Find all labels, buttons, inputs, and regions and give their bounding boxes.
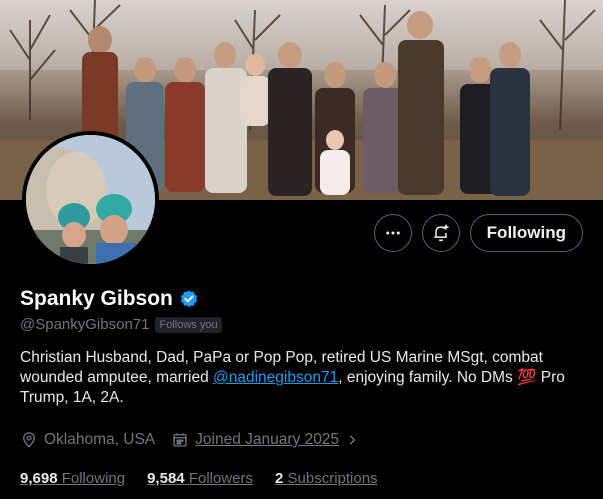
bell-plus-icon: [434, 224, 449, 242]
following-button[interactable]: Following: [469, 214, 583, 252]
location-item: Oklahoma, USA: [20, 431, 155, 449]
following-stat-label: Following: [61, 470, 126, 487]
more-button[interactable]: [373, 214, 412, 252]
profile-meta: Oklahoma, USA Joined January 2025: [20, 431, 359, 449]
bio-mention-link[interactable]: @nadinegibson71: [213, 369, 338, 386]
profile-handle-row: @SpankyGibson71 Follows you: [20, 316, 222, 333]
notifications-button[interactable]: [421, 214, 460, 252]
following-count: 9,698: [20, 470, 58, 487]
location-pin-icon: [23, 432, 35, 448]
following-stat[interactable]: 9,698 Following: [20, 470, 125, 487]
bio-text-2: , enjoying family. No DMs: [338, 369, 518, 386]
location-text: Oklahoma, USA: [44, 431, 156, 448]
subscriptions-stat-label: Subscriptions: [287, 470, 378, 487]
joined-item[interactable]: Joined January 2025: [171, 431, 359, 449]
following-button-label: Following: [486, 223, 566, 242]
calendar-icon: [173, 433, 187, 447]
more-horizontal-icon: [385, 231, 400, 235]
display-name: Spanky Gibson: [20, 287, 173, 310]
avatar-ring[interactable]: [22, 131, 159, 268]
profile-actions: Following: [373, 214, 583, 252]
profile-bio: Christian Husband, Dad, PaPa or Pop Pop,…: [20, 348, 585, 408]
subscriptions-stat[interactable]: 2 Subscriptions: [275, 470, 378, 487]
followers-stat[interactable]: 9,584 Followers: [147, 470, 253, 487]
hundred-points-emoji: 💯: [517, 369, 537, 386]
follows-you-badge: Follows you: [155, 316, 222, 333]
subscriptions-count: 2: [275, 470, 284, 487]
avatar-photo: [26, 135, 155, 264]
joined-text[interactable]: Joined January 2025: [195, 431, 339, 449]
followers-count: 9,584: [147, 470, 185, 487]
profile-stats: 9,698 Following 9,584 Followers 2 Subscr…: [20, 470, 378, 487]
profile-name-row: Spanky Gibson: [20, 287, 199, 311]
handle: @SpankyGibson71: [20, 316, 150, 333]
avatar[interactable]: [26, 135, 155, 264]
followers-stat-label: Followers: [188, 470, 253, 487]
verified-badge-icon[interactable]: [179, 289, 199, 309]
chevron-right-icon: [349, 435, 356, 445]
